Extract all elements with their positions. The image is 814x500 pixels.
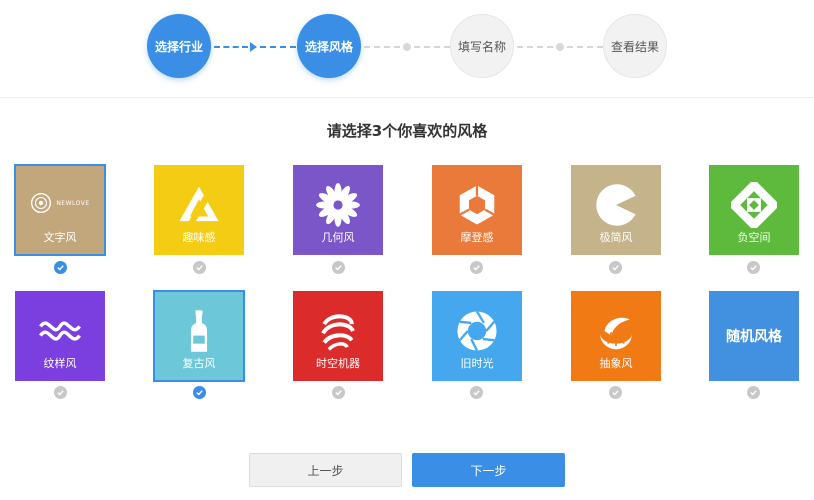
style-label: 复古风 [182, 357, 216, 370]
style-tile-retro[interactable]: 复古风 [153, 290, 245, 382]
step-label: 填写名称 [457, 39, 506, 54]
hexagon-icon [459, 185, 495, 225]
pacman-icon [596, 184, 636, 226]
check-icon[interactable] [747, 261, 760, 274]
step-select-style[interactable]: 选择风格 [297, 14, 361, 78]
check-icon[interactable] [54, 261, 67, 274]
style-tile-negative-space[interactable]: 负空间 [709, 165, 799, 255]
style-label: 趣味感 [182, 231, 216, 244]
style-tile-pattern[interactable]: 纹样风 [15, 291, 105, 381]
flower-icon [316, 183, 360, 227]
style-label: 负空间 [737, 231, 771, 244]
connector-1 [214, 46, 248, 48]
check-icon[interactable] [332, 386, 345, 399]
style-label: 抽象风 [599, 357, 633, 370]
wave-pattern-icon [39, 321, 81, 341]
step-fill-name[interactable]: 填写名称 [450, 14, 514, 78]
swirl-icon [321, 314, 355, 351]
progress-stepper: 选择行业 选择风格 填写名称 查看结果 [0, 0, 814, 98]
style-tile-random[interactable]: 随机风格 [709, 291, 799, 381]
check-icon[interactable] [470, 386, 483, 399]
connector-arrow [250, 42, 257, 52]
style-label: 摩登感 [460, 231, 494, 244]
check-icon[interactable] [332, 261, 345, 274]
step-label: 选择行业 [154, 39, 203, 54]
next-button[interactable]: 下一步 [412, 453, 565, 487]
style-tile-abstract[interactable]: 抽象风 [571, 291, 661, 381]
logo-seal-icon [31, 192, 52, 214]
check-icon[interactable] [470, 261, 483, 274]
bottle-icon [190, 310, 208, 352]
connector-1b [260, 46, 296, 48]
style-tile-minimal[interactable]: 极简风 [571, 165, 661, 255]
check-icon[interactable] [193, 386, 206, 399]
page-title: 请选择3个你喜欢的风格 [326, 122, 488, 140]
style-tile-old-times[interactable]: 旧时光 [432, 291, 522, 381]
step-label: 选择风格 [304, 39, 353, 54]
style-label: 几何风 [321, 231, 355, 244]
style-tile-fun[interactable]: 趣味感 [154, 165, 244, 255]
style-label: 时空机器 [316, 357, 360, 370]
style-label: 极简风 [599, 231, 633, 244]
logo-text: NEWLOVE [56, 199, 90, 207]
check-icon[interactable] [747, 386, 760, 399]
style-tile-text[interactable]: NEWLOVE 文字风 [14, 164, 106, 256]
step-view-result[interactable]: 查看结果 [603, 14, 667, 78]
triangle-icon [179, 186, 219, 224]
style-tile-time-machine[interactable]: 时空机器 [293, 291, 383, 381]
previous-button[interactable]: 上一步 [249, 453, 402, 487]
aperture-icon [457, 310, 497, 352]
shell-icon [599, 317, 633, 350]
cross-arrows-icon [731, 182, 777, 228]
style-label: 文字风 [43, 231, 77, 244]
style-label: 随机风格 [726, 329, 782, 345]
connector-dot [556, 43, 564, 51]
style-label: 纹样风 [43, 357, 77, 370]
style-tile-modern[interactable]: 摩登感 [432, 165, 522, 255]
check-icon[interactable] [54, 386, 67, 399]
style-label: 旧时光 [460, 357, 494, 370]
step-label: 查看结果 [610, 39, 659, 54]
check-icon[interactable] [609, 261, 622, 274]
check-icon[interactable] [609, 386, 622, 399]
step-select-industry[interactable]: 选择行业 [147, 14, 211, 78]
check-icon[interactable] [193, 261, 206, 274]
connector-dot [403, 43, 411, 51]
style-tile-geometric[interactable]: 几何风 [293, 165, 383, 255]
